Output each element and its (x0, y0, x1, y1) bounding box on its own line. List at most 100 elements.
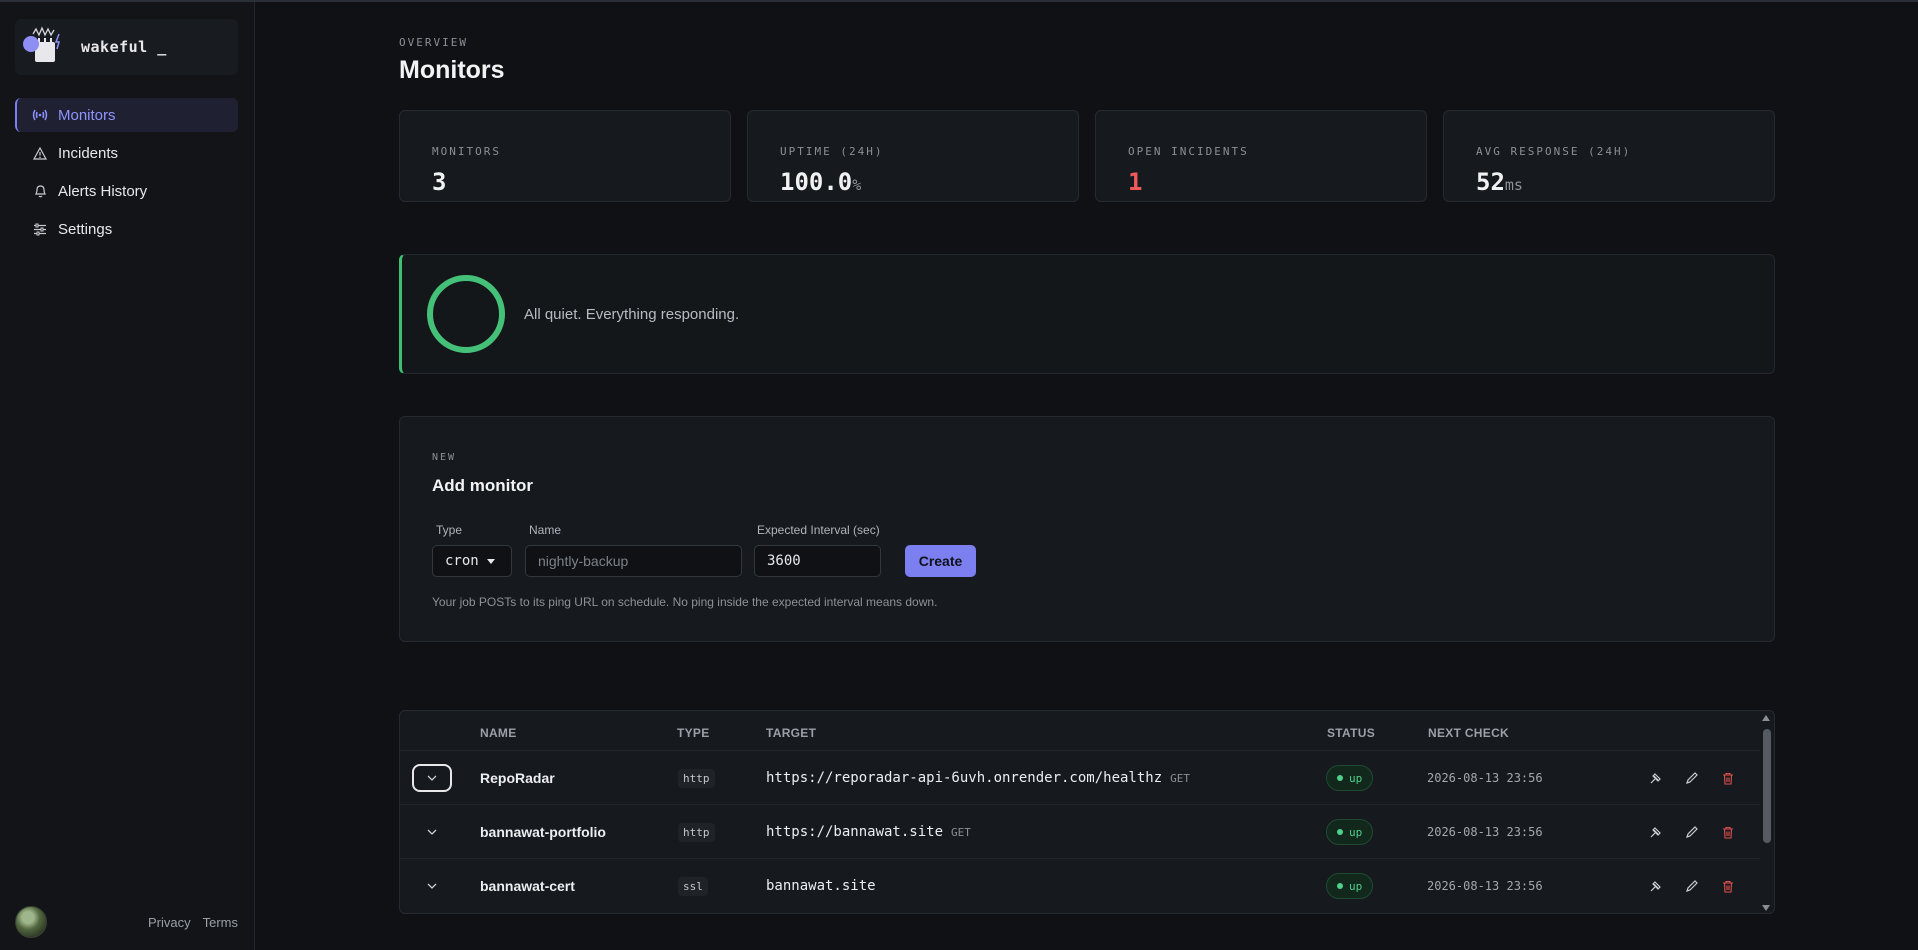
sidebar-item-settings[interactable]: Settings (15, 212, 238, 246)
column-header-target[interactable]: TARGET (766, 726, 816, 740)
table-row[interactable]: RepoRadar http https://reporadar-api-6uv… (400, 750, 1760, 804)
status-message: All quiet. Everything responding. (524, 305, 740, 323)
row-actions (1647, 859, 1737, 913)
sliders-icon (32, 221, 48, 237)
add-monitor-title: Add monitor (432, 476, 534, 495)
expand-button[interactable] (412, 818, 452, 846)
test-ping-icon[interactable] (1647, 769, 1665, 787)
page-eyebrow: OVERVIEW (399, 36, 468, 49)
scroll-thumb[interactable] (1763, 729, 1771, 843)
add-monitor-eyebrow: NEW (432, 452, 457, 463)
brand-logo-icon (21, 24, 67, 70)
table-row[interactable]: bannawat-cert ssl bannawat.site up 2026-… (400, 858, 1760, 912)
brand[interactable]: wakeful _ (15, 19, 238, 75)
stat-value: 52ms (1476, 168, 1523, 196)
window-top-border (0, 0, 1918, 2)
type-badge: http (678, 768, 715, 788)
column-header-next-check[interactable]: NEXT CHECK (1428, 726, 1509, 740)
scroll-down-arrow-icon[interactable] (1762, 905, 1770, 911)
type-cell: http (678, 805, 715, 859)
table-row[interactable]: bannawat-portfolio http https://bannawat… (400, 804, 1760, 858)
monitor-name: bannawat-cert (480, 878, 575, 894)
scroll-up-arrow-icon[interactable] (1762, 715, 1770, 721)
http-method: GET (951, 825, 971, 839)
page-title: Monitors (399, 56, 505, 84)
delete-trash-icon[interactable] (1719, 823, 1737, 841)
next-check: 2026-08-13 23:56 (1427, 825, 1543, 839)
stat-label: AVG RESPONSE (24H) (1476, 145, 1632, 158)
target-cell: bannawat.site (766, 859, 876, 913)
http-method: GET (1170, 771, 1191, 785)
monitor-name: RepoRadar (480, 770, 555, 786)
sidebar-item-label: Incidents (58, 144, 119, 162)
table-scrollbar[interactable] (1758, 711, 1774, 913)
next-check: 2026-08-13 23:56 (1427, 771, 1543, 785)
terms-link[interactable]: Terms (203, 915, 238, 930)
sidebar-item-label: Monitors (58, 106, 116, 124)
avatar[interactable] (15, 906, 47, 938)
footer-links: Privacy Terms (148, 915, 238, 930)
status-badge: up (1326, 819, 1374, 845)
stat-card-monitors: MONITORS 3 (399, 110, 731, 202)
chevron-down-icon (427, 775, 437, 781)
brand-name: wakeful _ (81, 38, 167, 56)
interval-input-value: 3600 (767, 553, 801, 569)
chevron-down-icon (427, 883, 437, 889)
expand-button[interactable] (412, 764, 452, 792)
expand-cell (412, 751, 452, 805)
delete-trash-icon[interactable] (1719, 877, 1737, 895)
status-cell: up (1326, 751, 1374, 805)
expand-button[interactable] (412, 872, 452, 900)
stat-value: 100.0% (780, 168, 862, 196)
edit-pencil-icon[interactable] (1683, 877, 1701, 895)
sidebar-item-label: Alerts History (58, 182, 148, 200)
status-dot-icon (1337, 883, 1343, 889)
stat-label: OPEN INCIDENTS (1128, 145, 1249, 158)
sidebar-item-incidents[interactable]: Incidents (15, 136, 238, 170)
status-badge: up (1326, 873, 1374, 899)
add-monitor-card: NEW Add monitor Type cron Name nightly-b… (399, 416, 1775, 642)
interval-input[interactable]: 3600 (754, 545, 881, 577)
column-header-status[interactable]: STATUS (1327, 726, 1375, 740)
status-banner: All quiet. Everything responding. (399, 254, 1775, 374)
column-header-name[interactable]: NAME (480, 726, 517, 740)
target-cell: https://reporadar-api-6uvh.onrender.com/… (766, 751, 1190, 805)
sidebar-item-monitors[interactable]: Monitors (15, 98, 238, 132)
next-check: 2026-08-13 23:56 (1427, 879, 1543, 893)
column-header-type[interactable]: TYPE (677, 726, 710, 740)
edit-pencil-icon[interactable] (1683, 769, 1701, 787)
stat-value: 3 (432, 168, 447, 196)
edit-pencil-icon[interactable] (1683, 823, 1701, 841)
pulse-icon (32, 107, 48, 123)
interval-label: Expected Interval (sec) (757, 523, 880, 537)
sidebar-item-label: Settings (58, 220, 113, 238)
test-ping-icon[interactable] (1647, 877, 1665, 895)
type-select-value: cron (445, 553, 479, 569)
type-label: Type (436, 523, 463, 537)
name-input-placeholder: nightly-backup (538, 553, 629, 569)
type-select[interactable]: cron (432, 545, 512, 577)
stat-value: 1 (1128, 168, 1143, 196)
sidebar: wakeful _ Monitors Incidents Alerts Hist… (0, 2, 255, 950)
create-button[interactable]: Create (905, 545, 976, 577)
target-url: https://reporadar-api-6uvh.onrender.com/… (766, 770, 1163, 786)
name-input[interactable]: nightly-backup (525, 545, 742, 577)
add-monitor-help: Your job POSTs to its ping URL on schedu… (432, 595, 938, 609)
stat-card-uptime: UPTIME (24H) 100.0% (747, 110, 1079, 202)
privacy-link[interactable]: Privacy (148, 915, 191, 930)
monitor-name: bannawat-portfolio (480, 824, 606, 840)
sidebar-item-alerts-history[interactable]: Alerts History (15, 174, 238, 208)
caret-down-icon (486, 558, 495, 564)
expand-cell (412, 805, 452, 859)
type-badge: ssl (678, 876, 708, 896)
stat-label: MONITORS (432, 145, 501, 158)
chevron-down-icon (427, 829, 437, 835)
type-cell: ssl (678, 859, 708, 913)
warning-triangle-icon (32, 145, 48, 161)
stat-card-open-incidents: OPEN INCIDENTS 1 (1095, 110, 1427, 202)
status-cell: up (1326, 805, 1374, 859)
test-ping-icon[interactable] (1647, 823, 1665, 841)
row-actions (1647, 805, 1737, 859)
delete-trash-icon[interactable] (1719, 769, 1737, 787)
stat-card-avg-response: AVG RESPONSE (24H) 52ms (1443, 110, 1775, 202)
